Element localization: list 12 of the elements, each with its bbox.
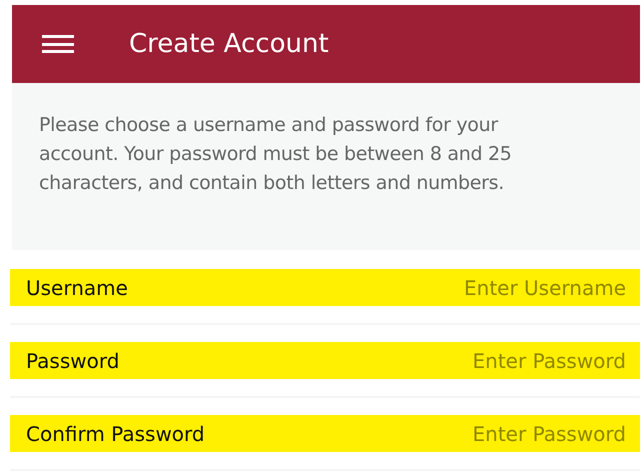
field-label: Confirm Password (26, 420, 205, 448)
form-field[interactable]: Password Enter Password (10, 342, 640, 379)
field-label: Password (26, 348, 120, 374)
form-field[interactable]: Confirm Password Enter Password (10, 415, 640, 452)
header-title: Create Account (129, 28, 329, 60)
input-field[interactable]: Enter Username (128, 272, 626, 302)
input-field[interactable]: Enter Password (119, 346, 626, 376)
intro-text: Please choose a username and password for your account. Your password must be between 8 and 25 characters, and contain both letters and numbers. (39, 113, 513, 196)
input-field[interactable]: Enter Password (204, 418, 626, 448)
menu-icon[interactable] (42, 33, 74, 55)
form-field[interactable]: Username Enter Username (10, 269, 640, 306)
field-label: Username (26, 274, 128, 302)
